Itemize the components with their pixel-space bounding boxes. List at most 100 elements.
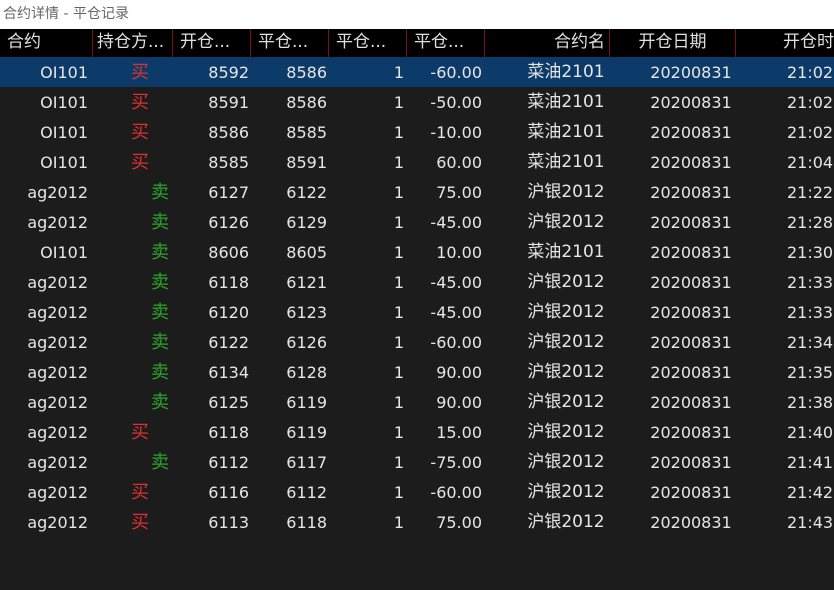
table-row[interactable]: ag2012 卖 6112 6117 1 -75.00 沪银2012 20200831 21:4… [0, 447, 834, 477]
open-price-cell: 6127 [208, 183, 249, 202]
table-row[interactable]: ag2012 卖 6120 6123 1 -45.00 沪银2012 20200831 21:3… [0, 297, 834, 327]
open-price-cell: 6134 [208, 363, 249, 382]
close-price-cell: 8591 [286, 153, 327, 172]
close-price-cell: 6123 [286, 303, 327, 322]
open-time-cell: 21:30: [787, 243, 834, 262]
open-time-cell: 21:02: [787, 93, 834, 112]
contract-name-cell: 沪银2012 [527, 362, 605, 382]
table-row[interactable]: ag2012 卖 6122 6126 1 -60.00 沪银2012 20200831 21:3… [0, 327, 834, 357]
contract-cell: ag2012 [27, 273, 88, 292]
contract-cell: ag2012 [27, 333, 88, 352]
open-date-cell: 20200831 [650, 513, 732, 532]
table-row[interactable]: OI101 买 8591 8586 1 -50.00 菜油2101 20200831 21:02… [0, 87, 834, 117]
close-pnl-cell: 90.00 [436, 393, 482, 412]
close-volume-cell: 1 [393, 93, 404, 112]
contract-cell: ag2012 [27, 453, 88, 472]
contract-cell: ag2012 [27, 183, 88, 202]
close-pnl-cell: -60.00 [430, 483, 482, 502]
close-price-cell: 6121 [286, 273, 327, 292]
open-date-cell: 20200831 [650, 483, 732, 502]
close-pnl-cell: -50.00 [430, 93, 482, 112]
open-date-cell: 20200831 [650, 243, 732, 262]
table-row[interactable]: ag2012 卖 6118 6121 1 -45.00 沪银2012 20200831 21:3… [0, 267, 834, 297]
contract-cell: OI101 [40, 153, 88, 172]
open-price-cell: 6112 [208, 453, 249, 472]
open-price-cell: 6116 [208, 483, 249, 502]
contract-name-cell: 沪银2012 [527, 212, 605, 232]
open-time-cell: 21:40: [787, 423, 834, 442]
close-price-cell: 8586 [286, 93, 327, 112]
close-price-cell: 6129 [286, 213, 327, 232]
open-date-cell: 20200831 [650, 93, 732, 112]
open-price-cell: 6118 [208, 423, 249, 442]
contract-name-cell: 沪银2012 [527, 332, 605, 352]
contract-name-cell: 菜油2101 [527, 242, 605, 262]
open-date-cell: 20200831 [650, 183, 732, 202]
close-pnl-cell: 10.00 [436, 243, 482, 262]
table-row[interactable]: ag2012 卖 6127 6122 1 75.00 沪银2012 20200831 21:22… [0, 177, 834, 207]
open-date-cell: 20200831 [650, 453, 732, 472]
column-header-open-time[interactable]: 开仓时 [736, 29, 834, 57]
open-time-cell: 21:35: [787, 363, 834, 382]
table-row[interactable]: ag2012 卖 6125 6119 1 90.00 沪银2012 20200831 21:38… [0, 387, 834, 417]
column-header-contract[interactable]: 合约 [0, 29, 93, 57]
table-row[interactable]: OI101 买 8592 8586 1 -60.00 菜油2101 20200831 21:02… [0, 57, 834, 87]
open-price-cell: 6118 [208, 273, 249, 292]
contract-cell: ag2012 [27, 513, 88, 532]
open-time-cell: 21:42: [787, 483, 834, 502]
open-time-cell: 21:33: [787, 273, 834, 292]
table-row[interactable]: ag2012 买 6113 6118 1 75.00 沪银2012 20200831 21:43… [0, 507, 834, 537]
close-price-cell: 8605 [286, 243, 327, 262]
close-pnl-cell: -45.00 [430, 303, 482, 322]
close-price-cell: 6119 [286, 423, 327, 442]
contract-cell: OI101 [40, 123, 88, 142]
table-row[interactable]: ag2012 卖 6126 6129 1 -45.00 沪银2012 20200831 21:2… [0, 207, 834, 237]
open-date-cell: 20200831 [650, 273, 732, 292]
contract-cell: OI101 [40, 243, 88, 262]
column-header-close-volume[interactable]: 平仓... [329, 29, 407, 57]
contract-name-cell: 沪银2012 [527, 272, 605, 292]
contract-name-cell: 沪银2012 [527, 182, 605, 202]
table-row[interactable]: OI101 买 8586 8585 1 -10.00 菜油2101 20200831 21:02… [0, 117, 834, 147]
close-volume-cell: 1 [393, 213, 404, 232]
open-time-cell: 21:43: [787, 513, 834, 532]
close-volume-cell: 1 [393, 333, 404, 352]
open-price-cell: 6126 [208, 213, 249, 232]
close-price-cell: 6112 [286, 483, 327, 502]
contract-cell: ag2012 [27, 213, 88, 232]
close-pnl-cell: 60.00 [436, 153, 482, 172]
contract-cell: OI101 [40, 93, 88, 112]
column-header-close-pnl[interactable]: 平仓... [407, 29, 485, 57]
open-date-cell: 20200831 [650, 63, 732, 82]
open-date-cell: 20200831 [650, 423, 732, 442]
open-date-cell: 20200831 [650, 363, 732, 382]
open-time-cell: 21:02: [787, 63, 834, 82]
window-titlebar: 合约详情 - 平仓记录 [0, 0, 834, 29]
table-row[interactable]: OI101 买 8585 8591 1 60.00 菜油2101 20200831 21:04: [0, 147, 834, 177]
column-header-contract-name[interactable]: 合约名 [485, 29, 610, 57]
column-header-close-price[interactable]: 平仓... [251, 29, 329, 57]
open-date-cell: 20200831 [650, 153, 732, 172]
table-row[interactable]: ag2012 买 6118 6119 1 15.00 沪银2012 20200831 21:40… [0, 417, 834, 447]
contract-cell: OI101 [40, 63, 88, 82]
open-date-cell: 20200831 [650, 123, 732, 142]
contract-name-cell: 沪银2012 [527, 302, 605, 322]
column-header-position-direction[interactable]: 持仓方... [93, 29, 173, 57]
open-price-cell: 8606 [208, 243, 249, 262]
contract-cell: ag2012 [27, 393, 88, 412]
contract-name-cell: 沪银2012 [527, 482, 605, 502]
open-price-cell: 8585 [208, 153, 249, 172]
table-row[interactable]: OI101 卖 8606 8605 1 10.00 菜油2101 20200831 21:30: [0, 237, 834, 267]
close-volume-cell: 1 [393, 63, 404, 82]
table-row[interactable]: ag2012 卖 6134 6128 1 90.00 沪银2012 20200831 21:35… [0, 357, 834, 387]
open-time-cell: 21:38: [787, 393, 834, 412]
contract-name-cell: 沪银2012 [527, 452, 605, 472]
close-pnl-cell: -45.00 [430, 213, 482, 232]
table-row[interactable]: ag2012 买 6116 6112 1 -60.00 沪银2012 20200831 21:4… [0, 477, 834, 507]
close-volume-cell: 1 [393, 483, 404, 502]
close-volume-cell: 1 [393, 123, 404, 142]
close-price-cell: 6118 [286, 513, 327, 532]
column-header-open-price[interactable]: 开仓... [173, 29, 251, 57]
column-header-open-date[interactable]: 开仓日期 [610, 29, 736, 57]
table-header: 合约 持仓方... 开仓... 平仓... 平仓... 平仓... 合约名 开仓… [0, 29, 834, 57]
